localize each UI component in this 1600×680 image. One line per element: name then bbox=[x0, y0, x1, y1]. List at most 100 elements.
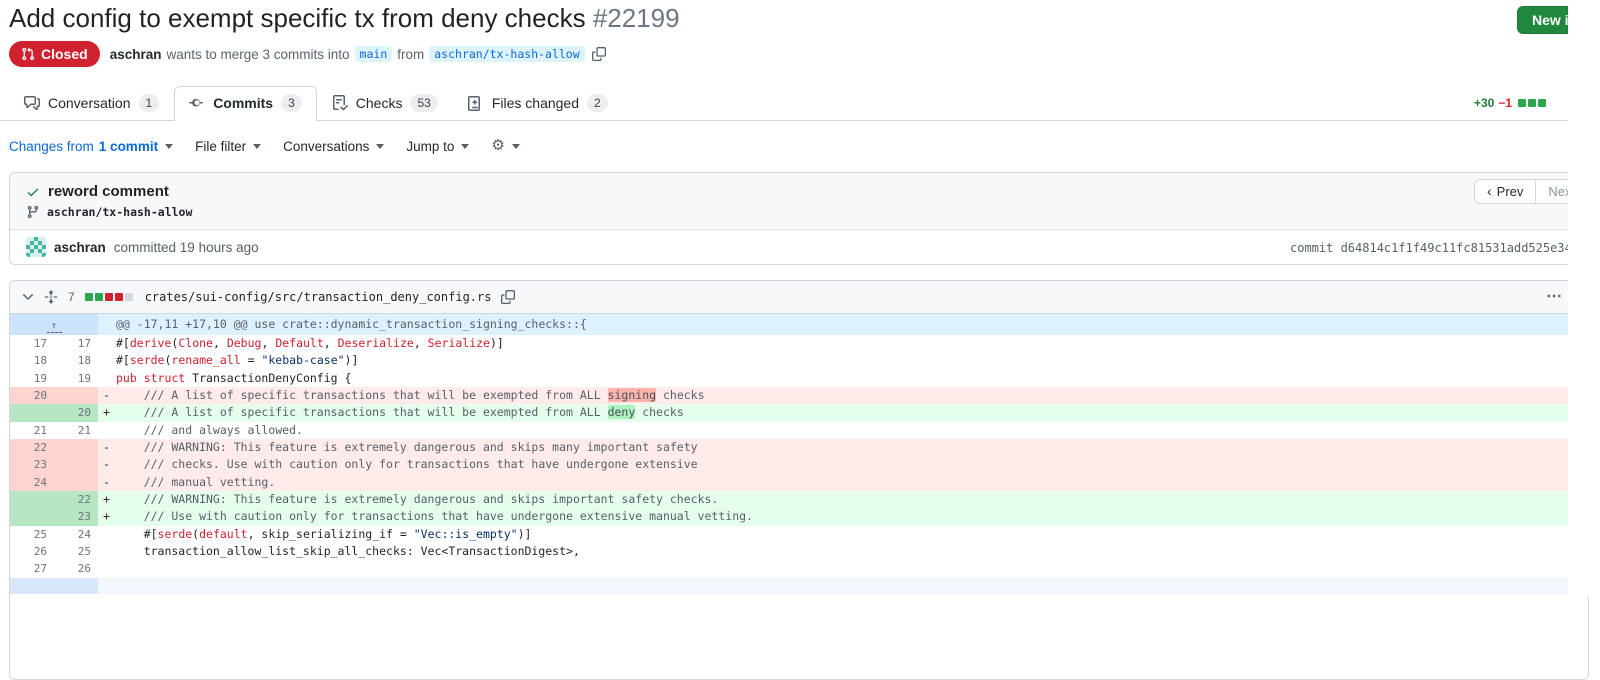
old-line-number[interactable]: 17 bbox=[10, 335, 54, 352]
diff-line-del: 20- /// A list of specific transactions … bbox=[10, 387, 1588, 404]
old-line-number[interactable]: 20 bbox=[10, 387, 54, 404]
file-header: 7 crates/sui-config/src/transaction_deny… bbox=[10, 281, 1588, 314]
changes-from-dropdown[interactable]: Changes from 1 commit bbox=[9, 139, 173, 154]
new-line-number[interactable]: 18 bbox=[54, 352, 98, 369]
diff-settings-dropdown[interactable]: ⚙ bbox=[491, 138, 519, 154]
diff-line-ctx: 2524 #[serde(default, skip_serializing_i… bbox=[10, 526, 1588, 543]
new-line-number[interactable] bbox=[54, 387, 98, 404]
code-segment: /// checks. Use with caution only for tr… bbox=[116, 457, 698, 471]
new-line-number[interactable]: 17 bbox=[54, 335, 98, 352]
prev-commit-button[interactable]: ‹ Prev bbox=[1475, 180, 1535, 203]
old-line-number[interactable]: 26 bbox=[10, 543, 54, 560]
old-line-number[interactable]: 21 bbox=[10, 422, 54, 439]
conversations-dropdown[interactable]: Conversations bbox=[283, 139, 384, 154]
diffstat-block-add bbox=[95, 293, 103, 301]
code-segment: serde bbox=[158, 527, 193, 541]
code-segment: /// manual vetting. bbox=[116, 475, 275, 489]
expand-hunk-gutter[interactable] bbox=[10, 578, 98, 594]
old-line-number[interactable]: 25 bbox=[10, 526, 54, 543]
code-segment: checks bbox=[635, 405, 683, 419]
kebab-horizontal-icon[interactable]: ⋯ bbox=[1546, 286, 1563, 306]
old-line-number[interactable] bbox=[10, 404, 54, 421]
expand-all-icon[interactable] bbox=[44, 290, 58, 304]
new-line-number[interactable]: 22 bbox=[54, 491, 98, 508]
jump-to-label: Jump to bbox=[406, 139, 454, 154]
code-segment: transaction_allow_list_skip_all_checks: … bbox=[116, 544, 580, 558]
diff-file-box: 7 crates/sui-config/src/transaction_deny… bbox=[9, 280, 1589, 680]
diff-toolbar: Changes from 1 commit File filter Conver… bbox=[9, 138, 520, 154]
pr-author-link[interactable]: aschran bbox=[110, 47, 162, 62]
tab-label: Files changed bbox=[492, 95, 579, 111]
diff-line-ctx: 2121 /// and always allowed. bbox=[10, 422, 1588, 439]
comment-discussion-icon bbox=[24, 95, 40, 111]
word-highlight: signing bbox=[608, 388, 656, 402]
conversations-label: Conversations bbox=[283, 139, 369, 154]
expand-hunk-gutter[interactable]: ↑ bbox=[10, 314, 98, 335]
file-filter-label: File filter bbox=[195, 139, 246, 154]
old-line-number[interactable]: 27 bbox=[10, 560, 54, 577]
copy-path-icon[interactable] bbox=[501, 290, 515, 304]
diff-hunk-header-row: ↑ @@ -17,11 +17,10 @@ use crate::dynamic_… bbox=[10, 314, 1588, 335]
tab-checks[interactable]: Checks 53 bbox=[317, 86, 453, 121]
old-line-number[interactable]: 24 bbox=[10, 474, 54, 491]
diffstat-blocks bbox=[1518, 99, 1546, 107]
code-segment: #[ bbox=[116, 336, 130, 350]
head-branch-chip[interactable]: aschran/tx-hash-allow bbox=[429, 46, 584, 62]
hunk-header-text bbox=[98, 578, 1588, 594]
tab-commits[interactable]: Commits 3 bbox=[174, 86, 317, 121]
code-line: - /// checks. Use with caution only for … bbox=[98, 456, 1588, 473]
diff-line-add: 20+ /// A list of specific transactions … bbox=[10, 404, 1588, 421]
tab-files-changed[interactable]: Files changed 2 bbox=[453, 86, 623, 121]
file-path[interactable]: crates/sui-config/src/transaction_deny_c… bbox=[145, 290, 492, 304]
diff-line-ctx: 1919pub struct TransactionDenyConfig { bbox=[10, 370, 1588, 387]
old-line-number[interactable]: 22 bbox=[10, 439, 54, 456]
new-line-number[interactable]: 25 bbox=[54, 543, 98, 560]
commit-box: reword comment ‹ Prev Next › aschran/tx-… bbox=[9, 172, 1589, 265]
code-line: transaction_allow_list_skip_all_checks: … bbox=[98, 543, 1588, 560]
code-line: + /// WARNING: This feature is extremely… bbox=[98, 491, 1588, 508]
new-line-number[interactable]: 24 bbox=[54, 526, 98, 543]
code-line: #[derive(Clone, Debug, Default, Deserial… bbox=[98, 335, 1588, 352]
new-line-number[interactable]: 19 bbox=[54, 370, 98, 387]
new-line-number[interactable] bbox=[54, 474, 98, 491]
new-line-number[interactable]: 26 bbox=[54, 560, 98, 577]
code-line: pub struct TransactionDenyConfig { bbox=[98, 370, 1588, 387]
old-line-number[interactable]: 18 bbox=[10, 352, 54, 369]
old-line-number[interactable] bbox=[10, 491, 54, 508]
merge-text-from: from bbox=[397, 47, 424, 62]
code-segment: , bbox=[414, 336, 428, 350]
commit-message-row: reword comment ‹ Prev Next › bbox=[10, 173, 1588, 202]
pr-status-row: Closed aschran wants to merge 3 commits … bbox=[9, 41, 606, 67]
new-line-number[interactable] bbox=[54, 456, 98, 473]
merge-text: wants to merge 3 commits into bbox=[166, 47, 349, 62]
code-segment: Debug bbox=[227, 336, 262, 350]
commit-timestamp: committed 19 hours ago bbox=[114, 240, 259, 255]
changes-from-value: 1 commit bbox=[99, 139, 158, 154]
merge-sentence: aschran wants to merge 3 commits into ma… bbox=[110, 46, 606, 62]
copy-branch-icon[interactable] bbox=[592, 47, 606, 61]
new-line-number[interactable]: 23 bbox=[54, 508, 98, 525]
code-segment: pub struct bbox=[116, 371, 192, 385]
expand-up-icon[interactable]: ↑ bbox=[47, 321, 62, 333]
old-line-number[interactable] bbox=[10, 508, 54, 525]
new-line-number[interactable]: 20 bbox=[54, 404, 98, 421]
file-filter-dropdown[interactable]: File filter bbox=[195, 139, 261, 154]
diff-line-del: 22- /// WARNING: This feature is extreme… bbox=[10, 439, 1588, 456]
old-line-number[interactable]: 23 bbox=[10, 456, 54, 473]
commit-author-link[interactable]: aschran bbox=[54, 240, 106, 255]
diff-line-ctx: 2726 bbox=[10, 560, 1588, 577]
new-line-number[interactable]: 21 bbox=[54, 422, 98, 439]
tab-conversation[interactable]: Conversation 1 bbox=[9, 86, 174, 121]
hunk-header-text: @@ -17,11 +17,10 @@ use crate::dynamic_t… bbox=[98, 314, 1588, 335]
jump-to-dropdown[interactable]: Jump to bbox=[406, 139, 469, 154]
diff-line-add: 23+ /// Use with caution only for transa… bbox=[10, 508, 1588, 525]
chevron-down-icon[interactable] bbox=[20, 289, 36, 305]
new-line-number[interactable] bbox=[54, 439, 98, 456]
base-branch-chip[interactable]: main bbox=[355, 46, 393, 62]
avatar[interactable] bbox=[26, 237, 46, 257]
old-line-number[interactable]: 19 bbox=[10, 370, 54, 387]
changes-from-label: Changes from bbox=[9, 139, 94, 154]
caret-down-icon bbox=[461, 144, 469, 149]
file-diffstat-blocks bbox=[85, 293, 133, 301]
tab-counter: 1 bbox=[139, 94, 160, 112]
